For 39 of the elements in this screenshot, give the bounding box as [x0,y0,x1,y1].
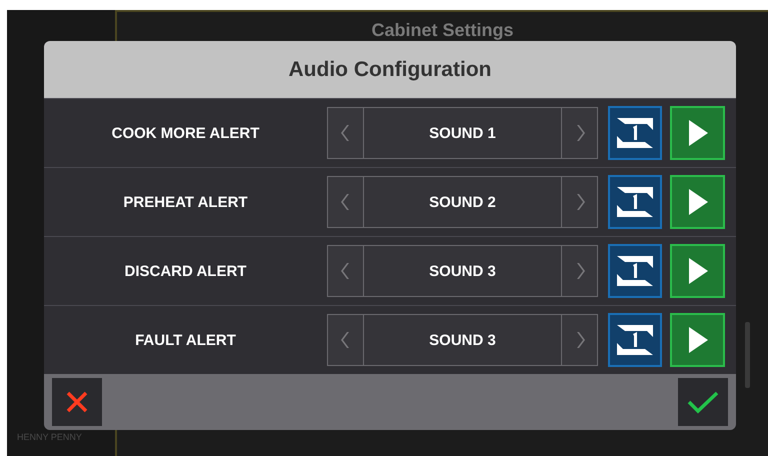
play-button[interactable] [670,106,725,160]
play-icon [686,257,708,285]
chevron-left-icon [340,124,350,142]
repeat-one-button[interactable] [608,244,662,298]
play-icon [686,326,708,354]
scrollbar [745,322,750,388]
sound-value: SOUND 3 [428,330,497,350]
dialog-title: Audio Configuration [288,58,492,82]
repeat-one-icon [615,116,655,150]
close-icon [65,390,89,414]
sound-value: SOUND 3 [428,262,497,282]
repeat-one-button[interactable] [608,313,662,367]
chevron-right-icon [574,262,584,280]
alert-label: COOK MORE ALERT [112,124,260,142]
confirm-button[interactable] [678,378,728,426]
chevron-left-icon [340,193,350,211]
alert-label: DISCARD ALERT [124,262,246,280]
alert-label: FAULT ALERT [135,332,236,348]
repeat-one-button[interactable] [608,106,662,160]
play-icon [686,119,708,147]
chevron-right-icon [574,193,584,211]
sound-value: SOUND 1 [428,124,497,144]
play-button[interactable] [670,175,725,229]
play-button[interactable] [670,244,725,298]
sound-value: SOUND 2 [428,192,497,212]
repeat-one-icon [615,323,655,357]
play-icon [686,188,708,216]
chevron-right-icon [574,124,584,142]
play-button[interactable] [670,313,725,367]
panel-title: Cabinet Settings [371,21,514,39]
chevron-right-icon [574,331,584,349]
repeat-one-icon [615,254,655,288]
chevron-left-icon [340,262,350,280]
cancel-button[interactable] [52,378,102,426]
repeat-one-button[interactable] [608,175,662,229]
chevron-left-icon [340,331,350,349]
alert-label: PREHEAT ALERT [123,194,248,210]
repeat-one-icon [615,185,655,219]
checkmark-icon [687,390,719,414]
